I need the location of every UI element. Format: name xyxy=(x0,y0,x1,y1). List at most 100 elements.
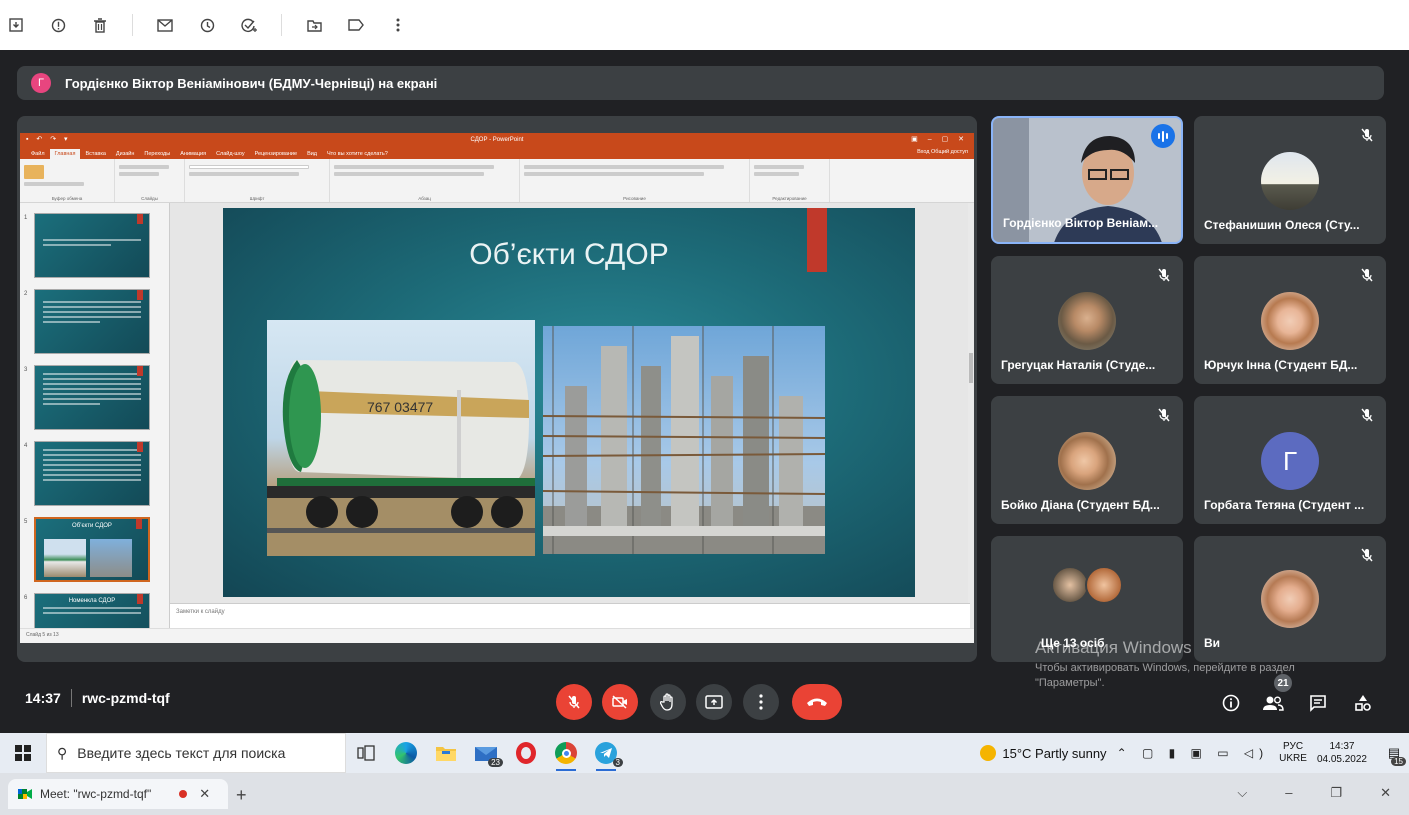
ppt-title: СДОР - PowerPoint xyxy=(470,136,524,143)
mic-toggle-button[interactable] xyxy=(556,684,592,720)
ppt-window-controls: ▣ – ▢ ✕ xyxy=(911,136,968,143)
edge-taskbar-button[interactable] xyxy=(386,733,426,773)
more-options-button[interactable] xyxy=(743,684,779,720)
leave-call-button[interactable] xyxy=(792,684,842,720)
snooze-icon[interactable] xyxy=(197,15,217,35)
taskbar-clock[interactable]: 14:37 04.05.2022 xyxy=(1317,740,1367,766)
meeting-code: rwc-pzmd-tqf xyxy=(81,690,170,706)
archive-icon[interactable] xyxy=(6,15,26,35)
participant-avatar xyxy=(1085,566,1123,604)
presenter-banner-text: Гордієнко Віктор Веніамінович (БДМУ-Черн… xyxy=(65,75,438,91)
ribbon-group-paragraph: Абзац xyxy=(330,159,520,202)
participant-avatar xyxy=(1051,566,1089,604)
add-task-icon[interactable] xyxy=(239,15,259,35)
thumbnail-title: Номенкла СДОР xyxy=(68,598,116,604)
camera-toggle-button[interactable] xyxy=(602,684,638,720)
slide-editor-area: Об’єкти СДОР 767 03477 xyxy=(170,203,970,603)
chat-icon xyxy=(1310,695,1326,712)
participant-name: Грегуцак Наталія (Студе... xyxy=(1001,358,1156,372)
windows-logo-icon xyxy=(15,745,31,761)
thumbnail-number: 5 xyxy=(24,519,28,525)
folder-icon xyxy=(436,747,456,761)
participant-avatar: Г xyxy=(1261,432,1319,490)
telegram-taskbar-button[interactable]: 3 xyxy=(586,733,626,773)
opera-taskbar-button[interactable] xyxy=(506,733,546,773)
taskbar-date: 04.05.2022 xyxy=(1316,754,1367,765)
thumbnail-row-selected: 5 Об’єкти СДОР xyxy=(20,517,165,587)
participant-avatar xyxy=(1261,152,1319,210)
mic-off-icon xyxy=(1361,548,1373,562)
notification-center-button[interactable]: ▤ 15 xyxy=(1379,733,1409,773)
thumbnail-number: 3 xyxy=(24,367,28,373)
ppt-tell-me: Что вы хотите сделать? xyxy=(327,151,388,157)
slide-thumbnail xyxy=(34,213,150,278)
presentation-screen[interactable]: ▪ ↶ ↷ ▾ СДОР - PowerPoint ▣ – ▢ ✕ Файл Г… xyxy=(17,116,977,662)
slide-thumbnail xyxy=(34,365,150,430)
new-tab-button[interactable]: + xyxy=(236,785,247,806)
report-spam-icon[interactable] xyxy=(48,15,68,35)
task-view-button[interactable] xyxy=(346,733,386,773)
task-view-icon xyxy=(357,745,375,761)
browser-tab-title: Meet: "rwc-pzmd-tqf" xyxy=(40,787,152,801)
chat-button[interactable] xyxy=(1307,692,1329,714)
thumbnail-number: 2 xyxy=(24,291,28,297)
ribbon-group-font: Шрифт xyxy=(185,159,330,202)
move-to-icon[interactable] xyxy=(304,15,324,35)
participant-tile[interactable]: Грегуцак Наталія (Студе... xyxy=(991,256,1183,384)
call-end-icon xyxy=(807,698,827,706)
hand-icon xyxy=(660,693,673,711)
mic-off-icon xyxy=(568,695,580,709)
participant-avatar xyxy=(1261,292,1319,350)
activities-button[interactable] xyxy=(1352,692,1374,714)
presenter-banner: Г Гордієнко Віктор Веніамінович (БДМУ-Че… xyxy=(17,66,1384,100)
participant-tile[interactable]: Юрчук Інна (Студент БД... xyxy=(1194,256,1386,384)
mic-off-icon xyxy=(1361,128,1373,142)
participant-name: Стефанишин Олеся (Сту... xyxy=(1204,218,1360,232)
participant-name: Юрчук Інна (Студент БД... xyxy=(1204,358,1358,372)
ppt-tab-transitions: Переходы xyxy=(144,151,171,157)
participant-tile[interactable]: Г Горбата Тетяна (Студент ... xyxy=(1194,396,1386,524)
slide-notes: Заметки к слайду xyxy=(170,603,970,628)
ribbon-group-label: Рисование xyxy=(623,196,646,201)
ppt-ribbon-tabs: Файл Главная Вставка Дизайн Переходы Ани… xyxy=(20,146,974,159)
more-vert-icon[interactable] xyxy=(388,15,408,35)
mail-taskbar-button[interactable]: 23 xyxy=(466,733,506,773)
slide-thumbnail: Номенкла СДОР xyxy=(34,593,150,628)
chrome-taskbar-button[interactable] xyxy=(546,733,586,773)
minimize-icon[interactable]: – xyxy=(1285,785,1292,801)
browser-tab-meet[interactable]: Meet: "rwc-pzmd-tqf" ✕ xyxy=(8,779,228,809)
tab-search-icon[interactable]: ⌵ xyxy=(1237,785,1247,801)
language-indicator[interactable]: РУС UKRE xyxy=(1279,741,1307,765)
present-screen-button[interactable] xyxy=(696,684,732,720)
delete-icon[interactable] xyxy=(90,15,110,35)
participants-button[interactable] xyxy=(1262,692,1284,714)
close-window-icon[interactable]: ✕ xyxy=(1380,785,1391,801)
slide-title: Об’єкти СДОР xyxy=(469,238,669,271)
ppt-tab-slideshow: Слайд-шоу xyxy=(216,151,245,157)
speaking-indicator-icon xyxy=(1151,124,1175,148)
quick-access-icons: ▪ ↶ ↷ ▾ xyxy=(26,136,71,143)
meeting-details-button[interactable] xyxy=(1220,692,1242,714)
tank-car-image: 767 03477 xyxy=(267,320,535,556)
start-button[interactable] xyxy=(0,733,46,773)
label-icon[interactable] xyxy=(346,15,366,35)
taskbar-search-box[interactable]: ⚲ Введите здесь текст для поиска xyxy=(46,733,346,773)
restore-icon[interactable]: ❐ xyxy=(1330,785,1342,801)
ppt-tab-file: Файл xyxy=(31,151,45,157)
mark-unread-icon[interactable] xyxy=(155,15,175,35)
powerpoint-window: ▪ ↶ ↷ ▾ СДОР - PowerPoint ▣ – ▢ ✕ Файл Г… xyxy=(20,133,974,643)
participant-tile[interactable]: Гордієнко Віктор Веніам... xyxy=(991,116,1183,244)
explorer-taskbar-button[interactable] xyxy=(426,733,466,773)
tray-icons[interactable]: ⌃ ▢ ▮ ▣ ▭ ◁) xyxy=(1117,746,1270,760)
close-tab-icon[interactable]: ✕ xyxy=(199,786,210,802)
meet-window: Г Гордієнко Віктор Веніамінович (БДМУ-Че… xyxy=(0,50,1409,733)
raise-hand-button[interactable] xyxy=(650,684,686,720)
participant-avatar xyxy=(1058,432,1116,490)
participant-tile[interactable]: Стефанишин Олеся (Сту... xyxy=(1194,116,1386,244)
chrome-icon xyxy=(555,742,577,764)
svg-text:767 03477: 767 03477 xyxy=(367,399,433,415)
ppt-status-bar: Слайд 5 из 13 xyxy=(20,628,974,643)
weather-widget[interactable]: 15°C Partly sunny xyxy=(980,745,1107,761)
notification-count-badge: 15 xyxy=(1391,757,1406,766)
participant-tile[interactable]: Бойко Діана (Студент БД... xyxy=(991,396,1183,524)
